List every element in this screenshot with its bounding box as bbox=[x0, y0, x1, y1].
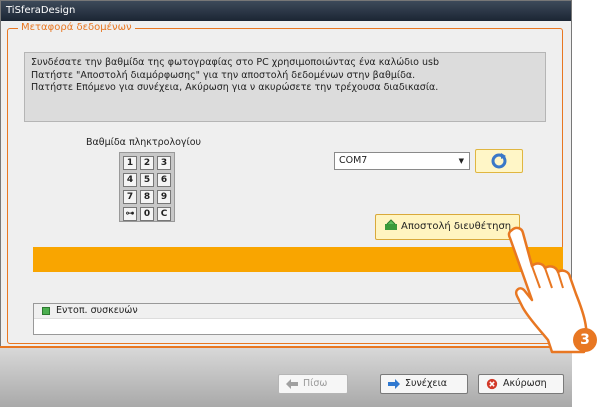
port-select[interactable]: COM7 ▼ bbox=[334, 152, 470, 170]
keypad-key: 8 bbox=[140, 190, 154, 204]
list-item[interactable]: Εντοπ. συσκευών bbox=[34, 304, 548, 319]
status-square-icon bbox=[42, 307, 50, 315]
window-title: TiSferaDesign bbox=[6, 5, 76, 16]
instruction-line: Συνδέσατε την βαθμίδα της φωτογραφίας στ… bbox=[31, 57, 440, 68]
next-label: Συνέχεια bbox=[405, 378, 448, 389]
keypad-key: 4 bbox=[123, 173, 137, 187]
chevron-down-icon: ▼ bbox=[458, 157, 464, 165]
instruction-line: Πατήστε Επόμενο για συνέχεια, Ακύρωση γι… bbox=[31, 82, 439, 93]
keypad-image: 1 2 3 4 5 6 7 8 9 ⊶ 0 C bbox=[119, 152, 175, 222]
title-bar: TiSferaDesign bbox=[1, 1, 571, 21]
send-icon bbox=[385, 219, 397, 230]
instructions-panel: Συνδέσατε την βαθμίδα της φωτογραφίας στ… bbox=[24, 52, 546, 122]
cancel-button[interactable]: Ακύρωση bbox=[478, 374, 564, 394]
back-label: Πίσω bbox=[303, 378, 328, 389]
refresh-icon bbox=[491, 153, 507, 169]
send-configuration-label: Αποστολή διευθέτηση bbox=[401, 221, 512, 232]
port-select-value: COM7 bbox=[339, 155, 368, 166]
progress-bar bbox=[33, 247, 563, 272]
next-button[interactable]: Συνέχεια bbox=[380, 374, 468, 394]
group-title: Μεταφορά δεδομένων bbox=[18, 22, 135, 34]
step-badge: 3 bbox=[573, 328, 597, 352]
device-list[interactable]: Εντοπ. συσκευών bbox=[33, 303, 563, 335]
keypad-key: 5 bbox=[140, 173, 154, 187]
keypad-key: 1 bbox=[123, 156, 137, 170]
instruction-line: Πατήστε "Αποστολή διαμόρφωσης" για την α… bbox=[31, 69, 416, 81]
cancel-label: Ακύρωση bbox=[503, 378, 547, 389]
keypad-key: ⊶ bbox=[123, 207, 137, 221]
keypad-label: Βαθμίδα πληκτρολογίου bbox=[86, 137, 202, 148]
back-arrow-icon bbox=[286, 379, 298, 389]
keypad-key: 0 bbox=[140, 207, 154, 221]
refresh-button[interactable] bbox=[475, 149, 523, 173]
cancel-icon bbox=[486, 378, 498, 390]
next-arrow-icon bbox=[388, 379, 400, 389]
keypad-key: 9 bbox=[157, 190, 171, 204]
keypad-key: 2 bbox=[140, 156, 154, 170]
keypad-key: 3 bbox=[157, 156, 171, 170]
keypad-key: 6 bbox=[157, 173, 171, 187]
device-list-item-label: Εντοπ. συσκευών bbox=[56, 305, 138, 316]
back-button[interactable]: Πίσω bbox=[278, 374, 348, 394]
keypad-key: C bbox=[157, 207, 171, 221]
keypad-key: 7 bbox=[123, 190, 137, 204]
